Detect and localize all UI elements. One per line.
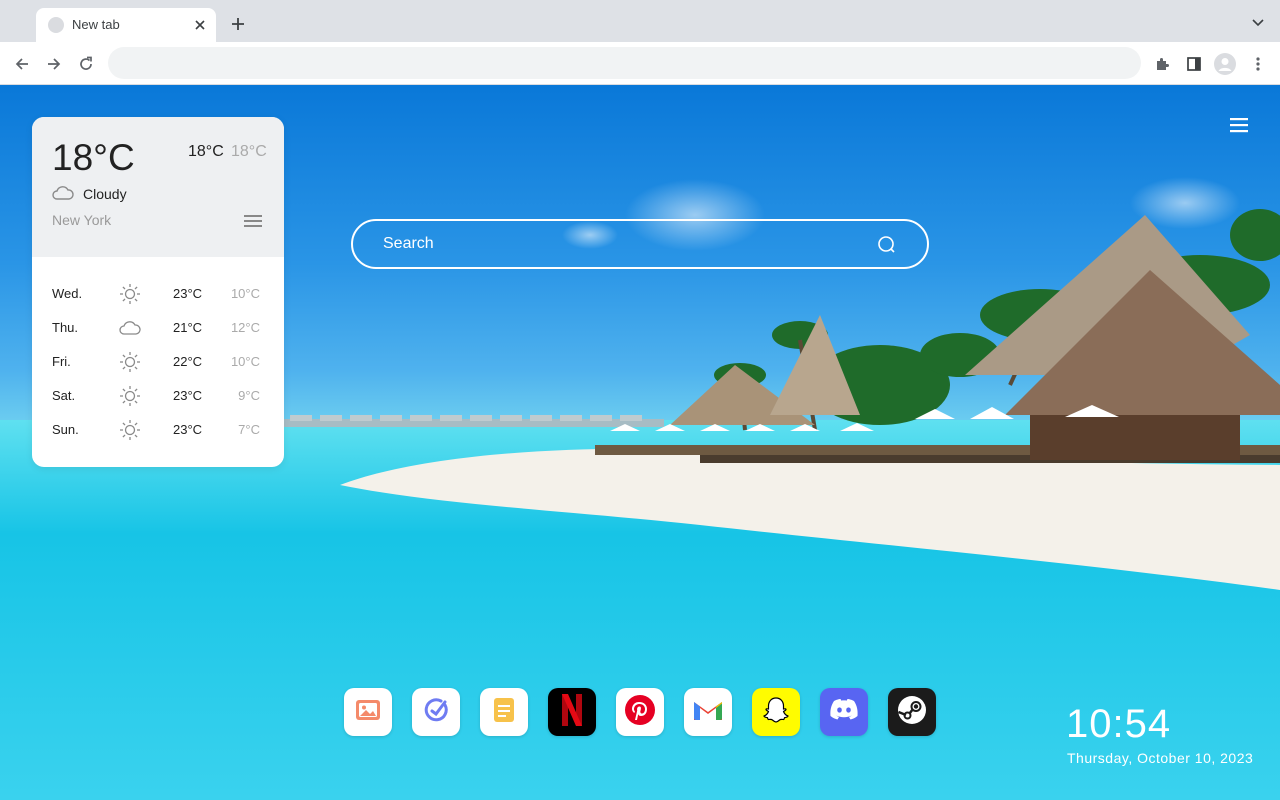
steam-icon xyxy=(897,695,927,730)
forecast-low: 10°C xyxy=(230,286,260,301)
dock-tasks-button[interactable] xyxy=(412,688,460,736)
forecast-day: Thu. xyxy=(52,320,79,335)
forecast-low: 7°C xyxy=(238,422,260,437)
forecast-day: Sat. xyxy=(52,388,76,403)
reload-icon[interactable] xyxy=(74,52,98,76)
netflix-icon xyxy=(561,693,583,732)
side-panel-icon[interactable] xyxy=(1182,52,1206,76)
browser-menu-icon[interactable] xyxy=(1246,52,1270,76)
gmail-icon xyxy=(692,698,724,727)
forecast-row: Thu. 21°C 12°C xyxy=(32,311,284,345)
page-menu-icon[interactable] xyxy=(1229,117,1249,133)
extensions-icon[interactable] xyxy=(1150,52,1174,76)
cloud-icon xyxy=(52,185,74,201)
tab-new-tab[interactable]: New tab xyxy=(36,8,216,42)
forecast-row: Sun. 23°C 7°C xyxy=(32,413,284,447)
check-circle-icon xyxy=(423,697,449,728)
weather-current: 18°C 18°C 18°C Cloudy New York xyxy=(32,117,284,257)
sun-icon xyxy=(119,385,141,407)
sun-icon xyxy=(119,351,141,373)
search-bar xyxy=(351,219,929,269)
dock-gmail-button[interactable] xyxy=(684,688,732,736)
dock-discord-button[interactable] xyxy=(820,688,868,736)
forecast-high: 21°C xyxy=(173,320,203,335)
forecast-high: 23°C xyxy=(173,422,203,437)
pinterest-icon xyxy=(624,694,656,731)
cloud-icon xyxy=(119,317,141,339)
forecast-high: 23°C xyxy=(173,388,203,403)
forecast-low: 12°C xyxy=(230,320,260,335)
image-icon xyxy=(355,699,381,726)
browser-toolbar xyxy=(0,42,1280,85)
clock-time: 10:54 xyxy=(1066,702,1172,746)
forecast-row: Wed. 23°C 10°C xyxy=(32,277,284,311)
back-arrow-icon[interactable] xyxy=(10,52,34,76)
sun-icon xyxy=(119,283,141,305)
snapchat-icon xyxy=(760,694,792,731)
weather-widget: 18°C 18°C 18°C Cloudy New York Wed. 23°C… xyxy=(32,117,284,467)
tab-close-icon[interactable] xyxy=(190,15,210,35)
forecast-day: Sun. xyxy=(52,422,79,437)
tab-strip: New tab xyxy=(0,0,1280,42)
search-input[interactable] xyxy=(383,233,863,255)
forecast-day: Fri. xyxy=(52,354,71,369)
dock-netflix-button[interactable] xyxy=(548,688,596,736)
discord-icon xyxy=(828,697,860,728)
forecast-high: 23°C xyxy=(173,286,203,301)
today-low: 18°C xyxy=(231,143,267,160)
forward-arrow-icon[interactable] xyxy=(42,52,66,76)
forecast-row: Fri. 22°C 10°C xyxy=(32,345,284,379)
dock-snapchat-button[interactable] xyxy=(752,688,800,736)
sun-icon xyxy=(119,419,141,441)
weather-city: New York xyxy=(52,212,112,228)
dock-notes-button[interactable] xyxy=(480,688,528,736)
current-temperature: 18°C xyxy=(52,137,135,178)
forecast-day: Wed. xyxy=(52,286,83,301)
address-bar[interactable] xyxy=(108,47,1141,79)
tab-title: New tab xyxy=(72,17,120,32)
forecast-high: 22°C xyxy=(173,354,203,369)
dock-gallery-button[interactable] xyxy=(344,688,392,736)
profile-avatar-icon[interactable] xyxy=(1213,52,1237,76)
weather-menu-icon[interactable] xyxy=(243,213,263,229)
weather-condition: Cloudy xyxy=(83,186,127,202)
notes-icon xyxy=(493,697,515,728)
new-tab-button[interactable] xyxy=(228,14,248,34)
forecast-low: 10°C xyxy=(230,354,260,369)
tab-favicon-icon xyxy=(48,17,64,33)
dock-steam-button[interactable] xyxy=(888,688,936,736)
forecast-row: Sat. 23°C 9°C xyxy=(32,379,284,413)
clock-date: Thursday, October 10, 2023 xyxy=(1067,750,1254,766)
tab-search-chevron-icon[interactable] xyxy=(1250,15,1266,31)
dock-pinterest-button[interactable] xyxy=(616,688,664,736)
forecast-low: 9°C xyxy=(238,388,260,403)
search-icon[interactable] xyxy=(877,235,897,255)
new-tab-page: 18°C 18°C 18°C Cloudy New York Wed. 23°C… xyxy=(0,85,1280,800)
today-high: 18°C xyxy=(188,143,224,160)
